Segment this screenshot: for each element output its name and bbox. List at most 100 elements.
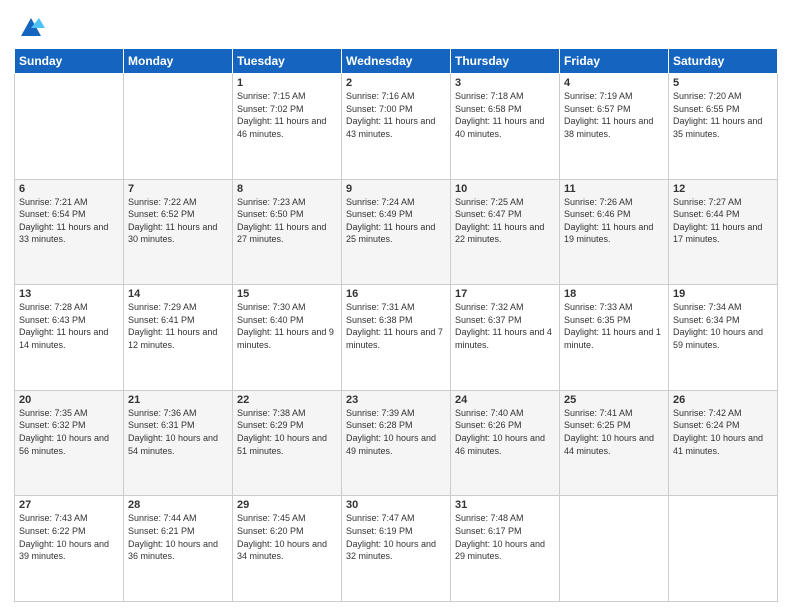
day-info: Sunrise: 7:32 AMSunset: 6:37 PMDaylight:… <box>455 302 552 350</box>
day-number: 27 <box>19 499 119 511</box>
calendar-cell <box>669 496 778 602</box>
day-number: 14 <box>128 288 228 300</box>
day-info: Sunrise: 7:28 AMSunset: 6:43 PMDaylight:… <box>19 302 108 350</box>
day-info: Sunrise: 7:41 AMSunset: 6:25 PMDaylight:… <box>564 408 654 456</box>
calendar-cell: 2Sunrise: 7:16 AMSunset: 7:00 PMDaylight… <box>342 74 451 180</box>
day-info: Sunrise: 7:19 AMSunset: 6:57 PMDaylight:… <box>564 91 653 139</box>
day-number: 29 <box>237 499 337 511</box>
calendar-cell: 8 Sunrise: 7:23 AMSunset: 6:50 PMDaylight… <box>233 179 342 285</box>
day-info: Sunrise: 7:31 AMSunset: 6:38 PMDaylight:… <box>346 302 443 350</box>
calendar-cell: 19 Sunrise: 7:34 AMSunset: 6:34 PMDayligh… <box>669 285 778 391</box>
day-number: 2 <box>346 77 446 89</box>
day-number: 15 <box>237 288 337 300</box>
header <box>14 10 778 42</box>
day-number: 8 <box>237 183 337 195</box>
calendar-cell: 1 Sunrise: 7:15 AMSunset: 7:02 PMDaylight… <box>233 74 342 180</box>
day-number: 26 <box>673 394 773 406</box>
day-info: Sunrise: 7:34 AMSunset: 6:34 PMDaylight:… <box>673 302 763 350</box>
calendar-cell <box>15 74 124 180</box>
day-info: Sunrise: 7:22 AMSunset: 6:52 PMDaylight:… <box>128 197 217 245</box>
weekday-header-tuesday: Tuesday <box>233 49 342 74</box>
day-number: 13 <box>19 288 119 300</box>
day-number: 28 <box>128 499 228 511</box>
weekday-header-sunday: Sunday <box>15 49 124 74</box>
day-info: Sunrise: 7:21 AMSunset: 6:54 PMDaylight:… <box>19 197 108 245</box>
calendar-cell: 17 Sunrise: 7:32 AMSunset: 6:37 PMDayligh… <box>451 285 560 391</box>
day-info: Sunrise: 7:43 AMSunset: 6:22 PMDaylight:… <box>19 513 109 561</box>
day-number: 24 <box>455 394 555 406</box>
day-info: Sunrise: 7:18 AMSunset: 6:58 PMDaylight:… <box>455 91 544 139</box>
day-info: Sunrise: 7:44 AMSunset: 6:21 PMDaylight:… <box>128 513 218 561</box>
day-info: Sunrise: 7:33 AMSunset: 6:35 PMDaylight:… <box>564 302 661 350</box>
calendar-table: SundayMondayTuesdayWednesdayThursdayFrid… <box>14 48 778 602</box>
calendar-cell: 28 Sunrise: 7:44 AMSunset: 6:21 PMDayligh… <box>124 496 233 602</box>
day-info: Sunrise: 7:26 AMSunset: 6:46 PMDaylight:… <box>564 197 653 245</box>
day-info: Sunrise: 7:29 AMSunset: 6:41 PMDaylight:… <box>128 302 217 350</box>
weekday-header-row: SundayMondayTuesdayWednesdayThursdayFrid… <box>15 49 778 74</box>
calendar-cell <box>124 74 233 180</box>
calendar-cell: 21Sunrise: 7:36 AMSunset: 6:31 PMDayligh… <box>124 390 233 496</box>
calendar-cell: 30 Sunrise: 7:47 AMSunset: 6:19 PMDayligh… <box>342 496 451 602</box>
day-number: 20 <box>19 394 119 406</box>
day-number: 17 <box>455 288 555 300</box>
day-number: 6 <box>19 183 119 195</box>
day-number: 16 <box>346 288 446 300</box>
day-number: 19 <box>673 288 773 300</box>
day-number: 4 <box>564 77 664 89</box>
day-info: Sunrise: 7:23 AMSunset: 6:50 PMDaylight:… <box>237 197 326 245</box>
logo-icon <box>17 14 45 42</box>
day-info: Sunrise: 7:25 AMSunset: 6:47 PMDaylight:… <box>455 197 544 245</box>
day-number: 10 <box>455 183 555 195</box>
day-number: 7 <box>128 183 228 195</box>
calendar-cell: 15 Sunrise: 7:30 AMSunset: 6:40 PMDayligh… <box>233 285 342 391</box>
calendar-cell: 29Sunrise: 7:45 AMSunset: 6:20 PMDayligh… <box>233 496 342 602</box>
day-number: 25 <box>564 394 664 406</box>
calendar-cell: 13 Sunrise: 7:28 AMSunset: 6:43 PMDayligh… <box>15 285 124 391</box>
day-info: Sunrise: 7:20 AMSunset: 6:55 PMDaylight:… <box>673 91 762 139</box>
calendar-cell: 3 Sunrise: 7:18 AMSunset: 6:58 PMDaylight… <box>451 74 560 180</box>
weekday-header-monday: Monday <box>124 49 233 74</box>
day-info: Sunrise: 7:30 AMSunset: 6:40 PMDaylight:… <box>237 302 334 350</box>
day-number: 22 <box>237 394 337 406</box>
day-number: 18 <box>564 288 664 300</box>
day-info: Sunrise: 7:42 AMSunset: 6:24 PMDaylight:… <box>673 408 763 456</box>
day-number: 3 <box>455 77 555 89</box>
calendar-cell: 9Sunrise: 7:24 AMSunset: 6:49 PMDaylight… <box>342 179 451 285</box>
day-info: Sunrise: 7:27 AMSunset: 6:44 PMDaylight:… <box>673 197 762 245</box>
weekday-header-thursday: Thursday <box>451 49 560 74</box>
weekday-header-saturday: Saturday <box>669 49 778 74</box>
week-row-4: 20Sunrise: 7:35 AMSunset: 6:32 PMDayligh… <box>15 390 778 496</box>
calendar-cell: 16 Sunrise: 7:31 AMSunset: 6:38 PMDayligh… <box>342 285 451 391</box>
day-number: 11 <box>564 183 664 195</box>
day-info: Sunrise: 7:38 AMSunset: 6:29 PMDaylight:… <box>237 408 327 456</box>
day-info: Sunrise: 7:24 AMSunset: 6:49 PMDaylight:… <box>346 197 435 245</box>
calendar-cell: 31 Sunrise: 7:48 AMSunset: 6:17 PMDayligh… <box>451 496 560 602</box>
week-row-3: 13 Sunrise: 7:28 AMSunset: 6:43 PMDayligh… <box>15 285 778 391</box>
week-row-2: 6 Sunrise: 7:21 AMSunset: 6:54 PMDaylight… <box>15 179 778 285</box>
calendar-cell: 27 Sunrise: 7:43 AMSunset: 6:22 PMDayligh… <box>15 496 124 602</box>
day-info: Sunrise: 7:15 AMSunset: 7:02 PMDaylight:… <box>237 91 326 139</box>
logo <box>14 14 45 42</box>
day-number: 30 <box>346 499 446 511</box>
calendar-cell: 11 Sunrise: 7:26 AMSunset: 6:46 PMDayligh… <box>560 179 669 285</box>
day-number: 5 <box>673 77 773 89</box>
day-info: Sunrise: 7:48 AMSunset: 6:17 PMDaylight:… <box>455 513 545 561</box>
day-number: 31 <box>455 499 555 511</box>
calendar-cell: 23Sunrise: 7:39 AMSunset: 6:28 PMDayligh… <box>342 390 451 496</box>
calendar-cell: 22 Sunrise: 7:38 AMSunset: 6:29 PMDayligh… <box>233 390 342 496</box>
calendar-cell: 18 Sunrise: 7:33 AMSunset: 6:35 PMDayligh… <box>560 285 669 391</box>
week-row-1: 1 Sunrise: 7:15 AMSunset: 7:02 PMDaylight… <box>15 74 778 180</box>
calendar-cell: 20Sunrise: 7:35 AMSunset: 6:32 PMDayligh… <box>15 390 124 496</box>
calendar-cell: 25 Sunrise: 7:41 AMSunset: 6:25 PMDayligh… <box>560 390 669 496</box>
day-number: 12 <box>673 183 773 195</box>
calendar-cell: 6 Sunrise: 7:21 AMSunset: 6:54 PMDaylight… <box>15 179 124 285</box>
day-info: Sunrise: 7:47 AMSunset: 6:19 PMDaylight:… <box>346 513 436 561</box>
calendar-cell: 7 Sunrise: 7:22 AMSunset: 6:52 PMDaylight… <box>124 179 233 285</box>
calendar-cell: 4 Sunrise: 7:19 AMSunset: 6:57 PMDaylight… <box>560 74 669 180</box>
calendar-cell: 5 Sunrise: 7:20 AMSunset: 6:55 PMDaylight… <box>669 74 778 180</box>
week-row-5: 27 Sunrise: 7:43 AMSunset: 6:22 PMDayligh… <box>15 496 778 602</box>
day-number: 1 <box>237 77 337 89</box>
calendar-cell: 24Sunrise: 7:40 AMSunset: 6:26 PMDayligh… <box>451 390 560 496</box>
calendar-cell: 10 Sunrise: 7:25 AMSunset: 6:47 PMDayligh… <box>451 179 560 285</box>
day-info: Sunrise: 7:39 AMSunset: 6:28 PMDaylight:… <box>346 408 436 456</box>
